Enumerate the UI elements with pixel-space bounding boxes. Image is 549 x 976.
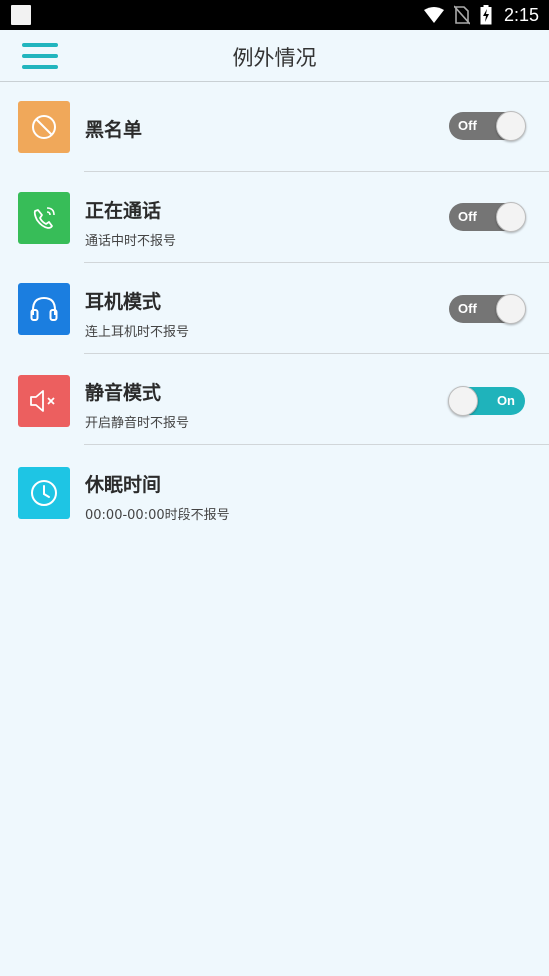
list-item-blacklist[interactable]: 黑名单 Off	[0, 81, 549, 172]
phone-call-icon	[18, 192, 70, 244]
page-title: 例外情况	[232, 46, 317, 70]
blocked-icon	[18, 101, 70, 153]
battery-charging-icon	[480, 5, 492, 25]
toggle-label: On	[496, 393, 515, 408]
list-item-subtitle: 00:00-00:00时段不报号	[85, 508, 230, 523]
no-sim-icon	[453, 5, 470, 25]
list-item-title: 耳机模式	[85, 291, 162, 313]
blacklist-toggle[interactable]: Off	[449, 111, 526, 141]
clock-icon	[18, 467, 70, 519]
toggle-label: Off	[458, 301, 477, 316]
list-item-title: 休眠时间	[85, 474, 162, 496]
divider	[84, 444, 549, 445]
toggle-label: Off	[458, 209, 477, 224]
list-item-silent-mode[interactable]: 静音模式 开启静音时不报号 On	[0, 354, 549, 445]
list-item-subtitle: 开启静音时不报号	[85, 416, 190, 431]
toggle-knob	[448, 386, 478, 416]
list-item-sleep-time[interactable]: 休眠时间 00:00-00:00时段不报号	[0, 446, 549, 537]
clock-time: 2:15	[503, 4, 539, 25]
toggle-label: Off	[458, 118, 477, 133]
notification-square-icon	[11, 5, 31, 25]
status-icons: 2:15	[423, 4, 539, 26]
silent-mode-toggle[interactable]: On	[448, 386, 525, 416]
wifi-icon	[423, 7, 444, 23]
status-bar: 2:15	[0, 0, 549, 30]
list-item-subtitle: 连上耳机时不报号	[85, 325, 190, 340]
headphone-toggle[interactable]: Off	[449, 294, 526, 324]
list-item-in-call[interactable]: 正在通话 通话中时不报号 Off	[0, 172, 549, 263]
mute-speaker-icon	[18, 375, 70, 427]
list-item-title: 黑名单	[85, 119, 143, 141]
toggle-knob	[496, 111, 526, 141]
headphones-icon	[18, 283, 70, 335]
list-item-subtitle: 通话中时不报号	[85, 234, 177, 249]
in-call-toggle[interactable]: Off	[449, 202, 526, 232]
app-header: 例外情况	[0, 30, 549, 82]
list-item-title: 静音模式	[85, 382, 162, 404]
toggle-knob	[496, 294, 526, 324]
toggle-knob	[496, 202, 526, 232]
list-item-title: 正在通话	[85, 200, 162, 222]
list-item-headphone-mode[interactable]: 耳机模式 连上耳机时不报号 Off	[0, 263, 549, 354]
